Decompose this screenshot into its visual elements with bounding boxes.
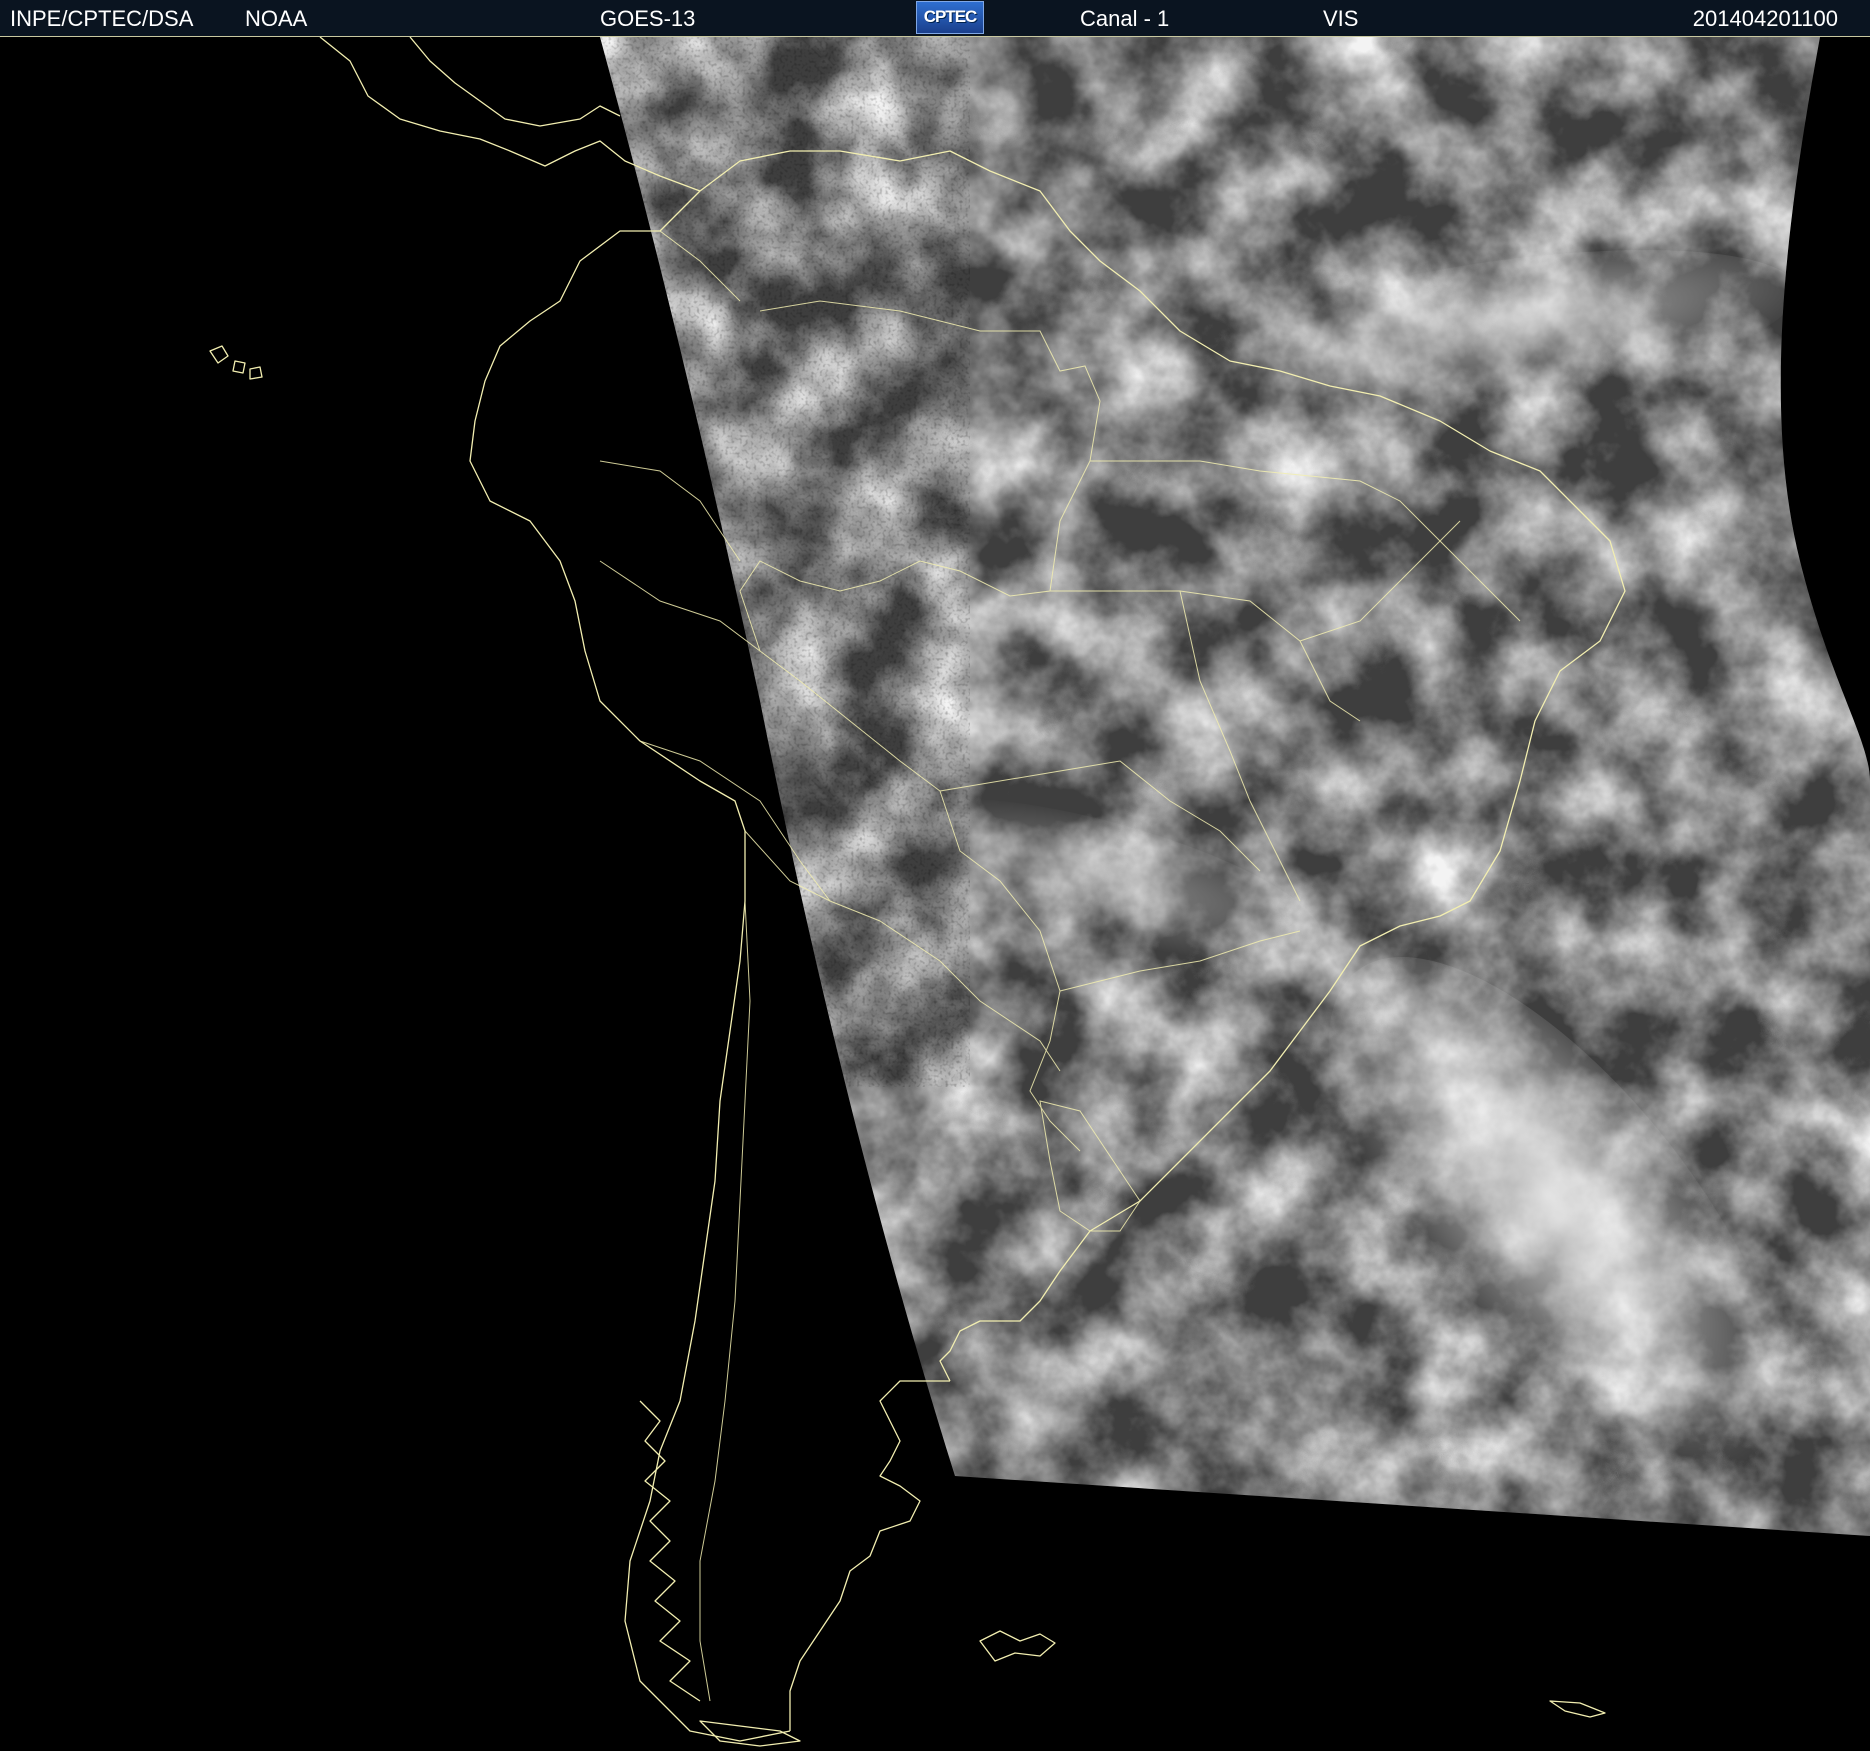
map-svg <box>209 37 1870 1747</box>
band-label: VIS <box>1323 6 1359 31</box>
timestamp-label: 201404201100 <box>1692 6 1838 31</box>
satellite-label: GOES-13 <box>600 6 696 31</box>
tierra-del-fuego <box>699 1720 801 1747</box>
satellite-swath <box>600 37 1870 1536</box>
channel-label: Canal - 1 <box>1080 6 1170 31</box>
organization-label: INPE/CPTEC/DSA <box>10 6 194 31</box>
central-america-north-coast <box>409 37 621 127</box>
argentina-chile-border <box>699 900 751 1702</box>
agency-label: NOAA <box>245 6 308 31</box>
satellite-map <box>0 36 1870 1751</box>
patagonia-coast <box>789 1380 950 1731</box>
cptec-logo: CPTEC <box>916 1 984 34</box>
falkland-islands <box>979 1630 1056 1662</box>
galapagos-islands <box>209 345 263 380</box>
chile-fjords <box>639 1400 701 1702</box>
land-speckle <box>600 37 970 1087</box>
image-header: INPE/CPTEC/DSA NOAA GOES-13 CPTEC Canal … <box>0 0 1870 36</box>
south-georgia <box>1549 1700 1606 1718</box>
logo-text: CPTEC <box>923 7 978 26</box>
